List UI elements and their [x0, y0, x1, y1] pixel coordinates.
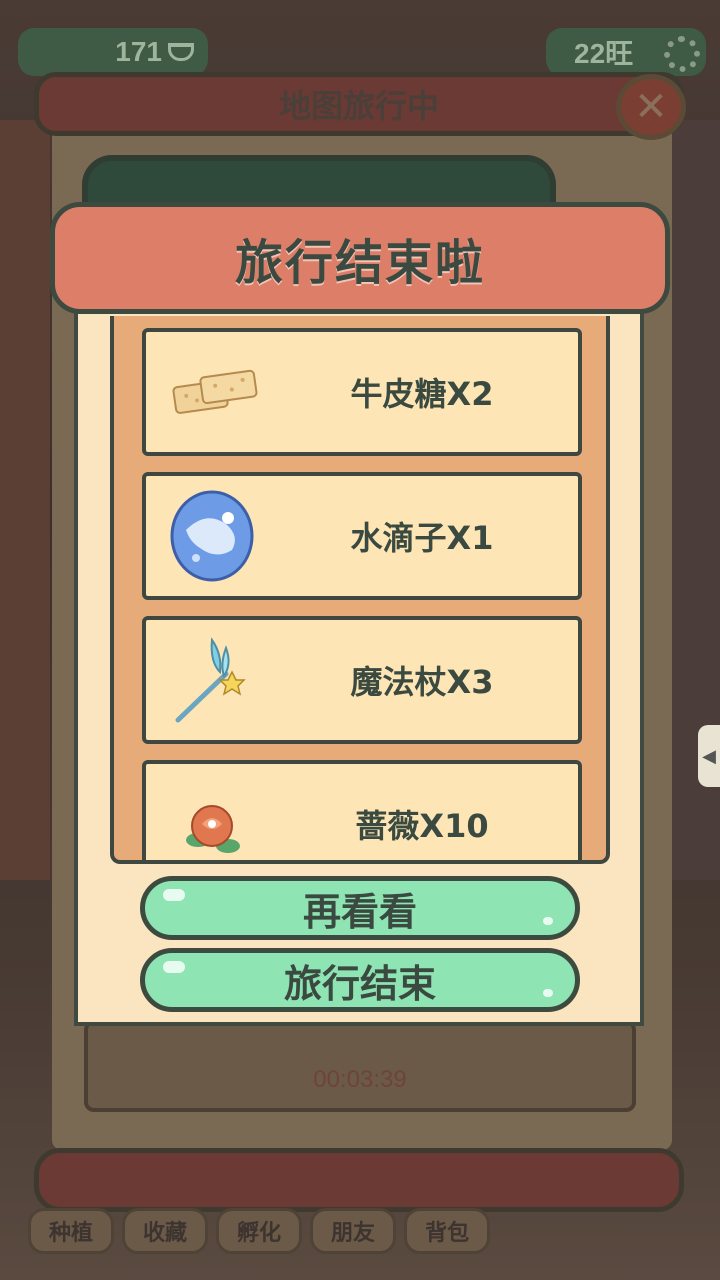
reward-list[interactable]: 牛皮糖X2 水滴子X1 魔法杖X3 蔷薇X10: [110, 316, 610, 864]
background-wall-left: [0, 120, 50, 880]
popup-header: 旅行结束啦: [50, 202, 670, 314]
wang-count: 22旺: [574, 38, 634, 69]
close-icon[interactable]: ✕: [616, 74, 686, 140]
nav-tab-collection[interactable]: 收藏: [122, 1208, 209, 1254]
rose-icon: [186, 805, 240, 853]
nougat-icon: [172, 369, 258, 414]
reward-label: 魔法杖X3: [350, 663, 494, 701]
look-again-button[interactable]: 再看看: [140, 876, 580, 940]
map-travel-footer: [34, 1148, 684, 1212]
ingot-icon: [168, 43, 194, 61]
reward-label: 牛皮糖X2: [350, 375, 494, 413]
bottom-nav: 种植 收藏 孵化 朋友 背包: [28, 1208, 588, 1264]
end-travel-button[interactable]: 旅行结束: [140, 948, 580, 1012]
coin-count: 171: [115, 36, 162, 67]
reward-label: 水滴子X1: [350, 519, 494, 557]
map-travel-header: 地图旅行中: [34, 72, 684, 136]
reward-item: 牛皮糖X2: [142, 328, 582, 456]
side-expand-arrow-icon[interactable]: ◀: [698, 725, 720, 787]
reward-item: 魔法杖X3: [142, 616, 582, 744]
map-travel-title: 地图旅行中: [278, 87, 439, 125]
nav-tab-friends[interactable]: 朋友: [310, 1208, 397, 1254]
coin-counter: 171: [18, 28, 208, 76]
reward-label: 蔷薇X10: [355, 807, 489, 845]
nav-tab-hatch[interactable]: 孵化: [216, 1208, 303, 1254]
travel-timer: 00:03:39: [313, 1066, 407, 1093]
gear-icon[interactable]: [664, 36, 700, 72]
reward-item: 蔷薇X10: [142, 760, 582, 860]
popup-title: 旅行结束啦: [234, 235, 485, 291]
magic-wand-icon: [175, 637, 246, 723]
water-orb-icon: [170, 490, 254, 582]
reward-item: 水滴子X1: [142, 472, 582, 600]
nav-tab-plant[interactable]: 种植: [28, 1208, 115, 1254]
nav-tab-backpack[interactable]: 背包: [404, 1208, 491, 1254]
